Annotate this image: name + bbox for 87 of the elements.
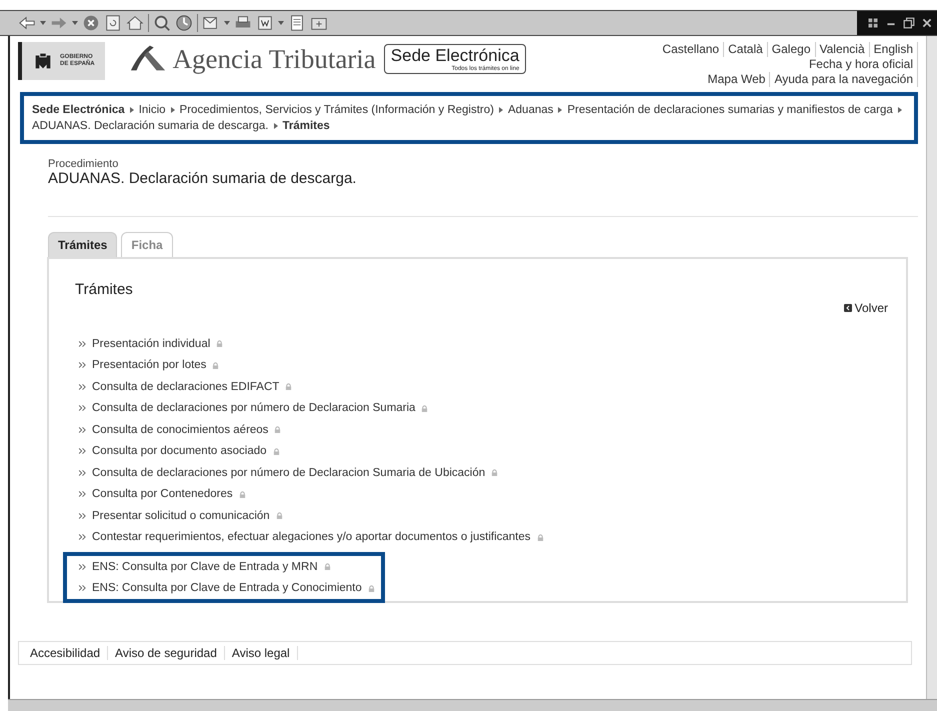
lock-icon <box>276 512 283 520</box>
vertical-scrollbar[interactable] <box>926 36 937 699</box>
refresh-icon[interactable] <box>104 14 122 32</box>
double-chevron-icon <box>79 448 86 454</box>
lock-icon <box>368 584 375 592</box>
breadcrumb-separator-icon <box>170 107 175 113</box>
lock-icon <box>212 362 220 369</box>
procedure-link[interactable]: Consulta de conocimientos aéreos <box>92 424 268 436</box>
footer-link[interactable]: Aviso de seguridad <box>108 646 225 660</box>
double-chevron-icon <box>79 426 86 433</box>
history-icon[interactable] <box>175 14 193 32</box>
stop-icon[interactable] <box>82 14 100 32</box>
lock-icon <box>536 534 544 541</box>
breadcrumb-separator-icon <box>898 107 902 113</box>
tab[interactable]: Trámites <box>48 232 118 257</box>
breadcrumb-link[interactable]: Inicio <box>138 102 166 118</box>
tab[interactable]: Ficha <box>121 232 173 257</box>
dropdown-caret-icon[interactable] <box>72 21 78 25</box>
utility-link[interactable]: Mapa Web <box>704 72 770 87</box>
lock-icon <box>274 426 282 434</box>
language-link[interactable]: Valencià <box>816 42 870 57</box>
procedure-link[interactable]: Presentación por lotes <box>92 359 206 372</box>
lock-icon <box>238 490 246 498</box>
footer-link[interactable]: Aviso legal <box>224 646 298 660</box>
close-icon[interactable] <box>921 17 933 29</box>
lock-icon <box>272 448 280 455</box>
procedure-link[interactable]: Presentar solicitud o comunicación <box>92 510 270 522</box>
dropdown-caret-icon[interactable] <box>224 21 230 25</box>
footer-link[interactable]: Accesibilidad <box>23 646 108 660</box>
dropdown-caret-icon[interactable] <box>40 21 46 25</box>
windows-logo-icon[interactable] <box>867 17 879 29</box>
breadcrumb-link[interactable]: Trámites <box>282 118 330 134</box>
double-chevron-icon <box>79 470 86 476</box>
horizontal-scrollbar[interactable] <box>8 699 937 711</box>
procedure-link[interactable]: ENS: Consulta por Clave de Entrada y MRN <box>92 560 318 573</box>
breadcrumb-separator-icon <box>558 107 562 113</box>
procedure-link[interactable]: Consulta por Contenedores <box>92 488 233 500</box>
language-link[interactable]: English <box>870 42 918 57</box>
procedure-link[interactable]: Consulta de declaraciones por número de Declaracion Sumaria <box>92 402 416 414</box>
search-icon[interactable] <box>153 14 171 32</box>
sede-title: Sede Electrónica <box>390 46 520 66</box>
dropdown-caret-icon[interactable] <box>278 21 284 25</box>
procedure-link[interactable]: Contestar requerimientos, efectuar alegaciones y/o aportar documentos o justificantes <box>92 531 531 544</box>
breadcrumb-link[interactable]: Presentación de declaraciones sumarias y manifiestos de carga <box>567 102 893 118</box>
breadcrumb-separator-icon <box>498 107 503 113</box>
breadcrumb-link[interactable]: Procedimientos, Servicios y Trámites (Información y Registro) <box>180 102 494 118</box>
breadcrumb-separator-icon <box>130 107 134 113</box>
breadcrumb-separator-icon <box>274 123 278 129</box>
procedure-link[interactable]: Presentación individual <box>92 338 210 350</box>
lock-icon <box>491 469 498 476</box>
agency-name[interactable]: Agencia Tributaria <box>172 44 376 75</box>
language-link[interactable]: Castellano <box>658 42 724 57</box>
double-chevron-icon <box>79 405 86 412</box>
edit-icon[interactable] <box>256 14 274 32</box>
mail-icon[interactable] <box>202 14 220 32</box>
lock-icon <box>421 404 428 412</box>
procedure-title: ADUANAS. Declaración sumaria de descarga. <box>48 170 358 187</box>
breadcrumb-link[interactable]: Aduanas <box>508 102 554 118</box>
double-chevron-icon <box>79 534 86 540</box>
panel-title: Trámites <box>75 281 133 300</box>
double-chevron-icon <box>79 362 86 368</box>
lock-icon <box>285 383 292 390</box>
back-arrow-icon[interactable] <box>18 14 36 32</box>
procedure-link[interactable]: Consulta de declaraciones por número de Declaracion Sumaria de Ubicación <box>92 466 486 479</box>
double-chevron-icon <box>79 585 86 592</box>
double-chevron-icon <box>79 512 86 519</box>
double-chevron-icon <box>79 491 86 498</box>
back-arrow-square-icon <box>844 304 852 312</box>
back-link[interactable]: Volver <box>844 301 888 315</box>
double-chevron-icon <box>79 340 86 347</box>
breadcrumb-link[interactable]: Sede Electrónica <box>32 102 125 118</box>
procedure-link[interactable]: ENS: Consulta por Clave de Entrada y Conocimiento <box>92 582 362 594</box>
double-chevron-icon <box>79 384 86 390</box>
lock-icon <box>216 340 224 348</box>
lock-icon <box>324 563 331 570</box>
breadcrumb-link[interactable]: ADUANAS. Declaración sumaria de descarga. <box>32 118 268 134</box>
utility-link[interactable]: Ayuda para la navegación <box>770 72 918 87</box>
restore-icon[interactable] <box>903 17 915 29</box>
procedure-label: Procedimiento <box>48 158 120 170</box>
language-link[interactable]: Català <box>724 42 768 57</box>
procedure-link[interactable]: Consulta de declaraciones EDIFACT <box>92 380 280 393</box>
home-icon[interactable] <box>126 14 144 32</box>
language-link[interactable]: Galego <box>768 42 816 57</box>
procedure-link[interactable]: Consulta por documento asociado <box>92 445 267 458</box>
double-chevron-icon <box>79 564 86 570</box>
official-time-link[interactable]: Fecha y hora oficial <box>804 57 918 72</box>
page-icon[interactable] <box>288 14 306 32</box>
